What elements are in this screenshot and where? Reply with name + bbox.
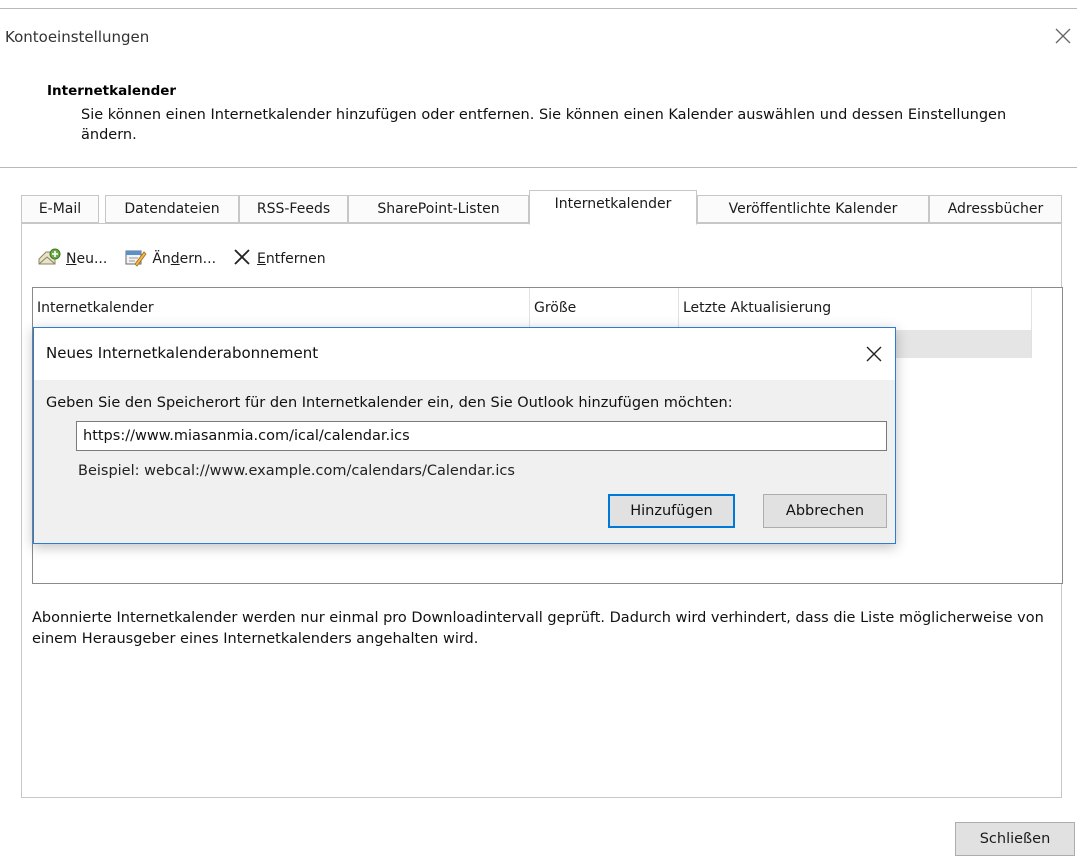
tab-sharepoint-lists[interactable]: SharePoint-Listen — [348, 195, 529, 223]
tab-email[interactable]: E-Mail — [21, 195, 99, 223]
calendar-url-input[interactable] — [76, 421, 887, 451]
column-header-last-update[interactable]: Letzte Aktualisierung — [679, 288, 1031, 328]
new-button[interactable]: Neu... — [37, 246, 107, 272]
list-header: Internetkalender Größe Letzte Aktualisie… — [33, 288, 1031, 328]
url-example: Beispiel: webcal://www.example.com/calen… — [78, 463, 515, 479]
tab-address-books[interactable]: Adressbücher — [929, 195, 1062, 223]
cancel-button[interactable]: Abbrechen — [763, 494, 887, 528]
list-column-divider — [1031, 288, 1032, 358]
tab-published-calendars[interactable]: Veröffentlichte Kalender — [697, 195, 929, 223]
section-title: Internetkalender — [47, 83, 177, 99]
change-calendar-icon — [123, 246, 152, 272]
change-button[interactable]: Än d ern... — [123, 246, 216, 272]
window-top-border — [0, 8, 1077, 9]
window-title: Kontoeinstellungen — [5, 28, 150, 46]
tab-strip: E-Mail Datendateien RSS-Feeds SharePoint… — [21, 190, 1062, 225]
section-description: Sie können einen Internetkalender hinzuf… — [81, 107, 1007, 143]
dialog-title: Neues Internetkalenderabonnement — [46, 344, 319, 362]
remove-button[interactable]: Entfernen — [232, 247, 326, 271]
delete-x-icon — [232, 247, 257, 271]
column-header-calendar[interactable]: Internetkalender — [33, 288, 530, 328]
tab-rss-feeds[interactable]: RSS-Feeds — [239, 195, 348, 223]
toolbar: Neu... Än d ern... Entfernen — [37, 246, 342, 272]
add-button[interactable]: Hinzufügen — [608, 494, 735, 528]
window-close-icon[interactable] — [1051, 24, 1075, 48]
dialog-titlebar: Neues Internetkalenderabonnement — [34, 328, 895, 380]
close-button[interactable]: Schließen — [955, 822, 1075, 856]
subscription-note: Abonnierte Internetkalender werden nur e… — [32, 610, 1044, 647]
column-header-size[interactable]: Größe — [530, 288, 679, 328]
tab-internet-calendars[interactable]: Internetkalender — [529, 190, 697, 225]
tab-data-files[interactable]: Datendateien — [105, 195, 239, 223]
new-subscription-dialog: Neues Internetkalenderabonnement Geben S… — [33, 327, 896, 544]
dialog-prompt: Geben Sie den Speicherort für den Intern… — [46, 395, 733, 411]
dialog-close-icon[interactable] — [863, 343, 885, 365]
header-divider — [0, 167, 1077, 168]
new-calendar-icon — [37, 246, 66, 272]
